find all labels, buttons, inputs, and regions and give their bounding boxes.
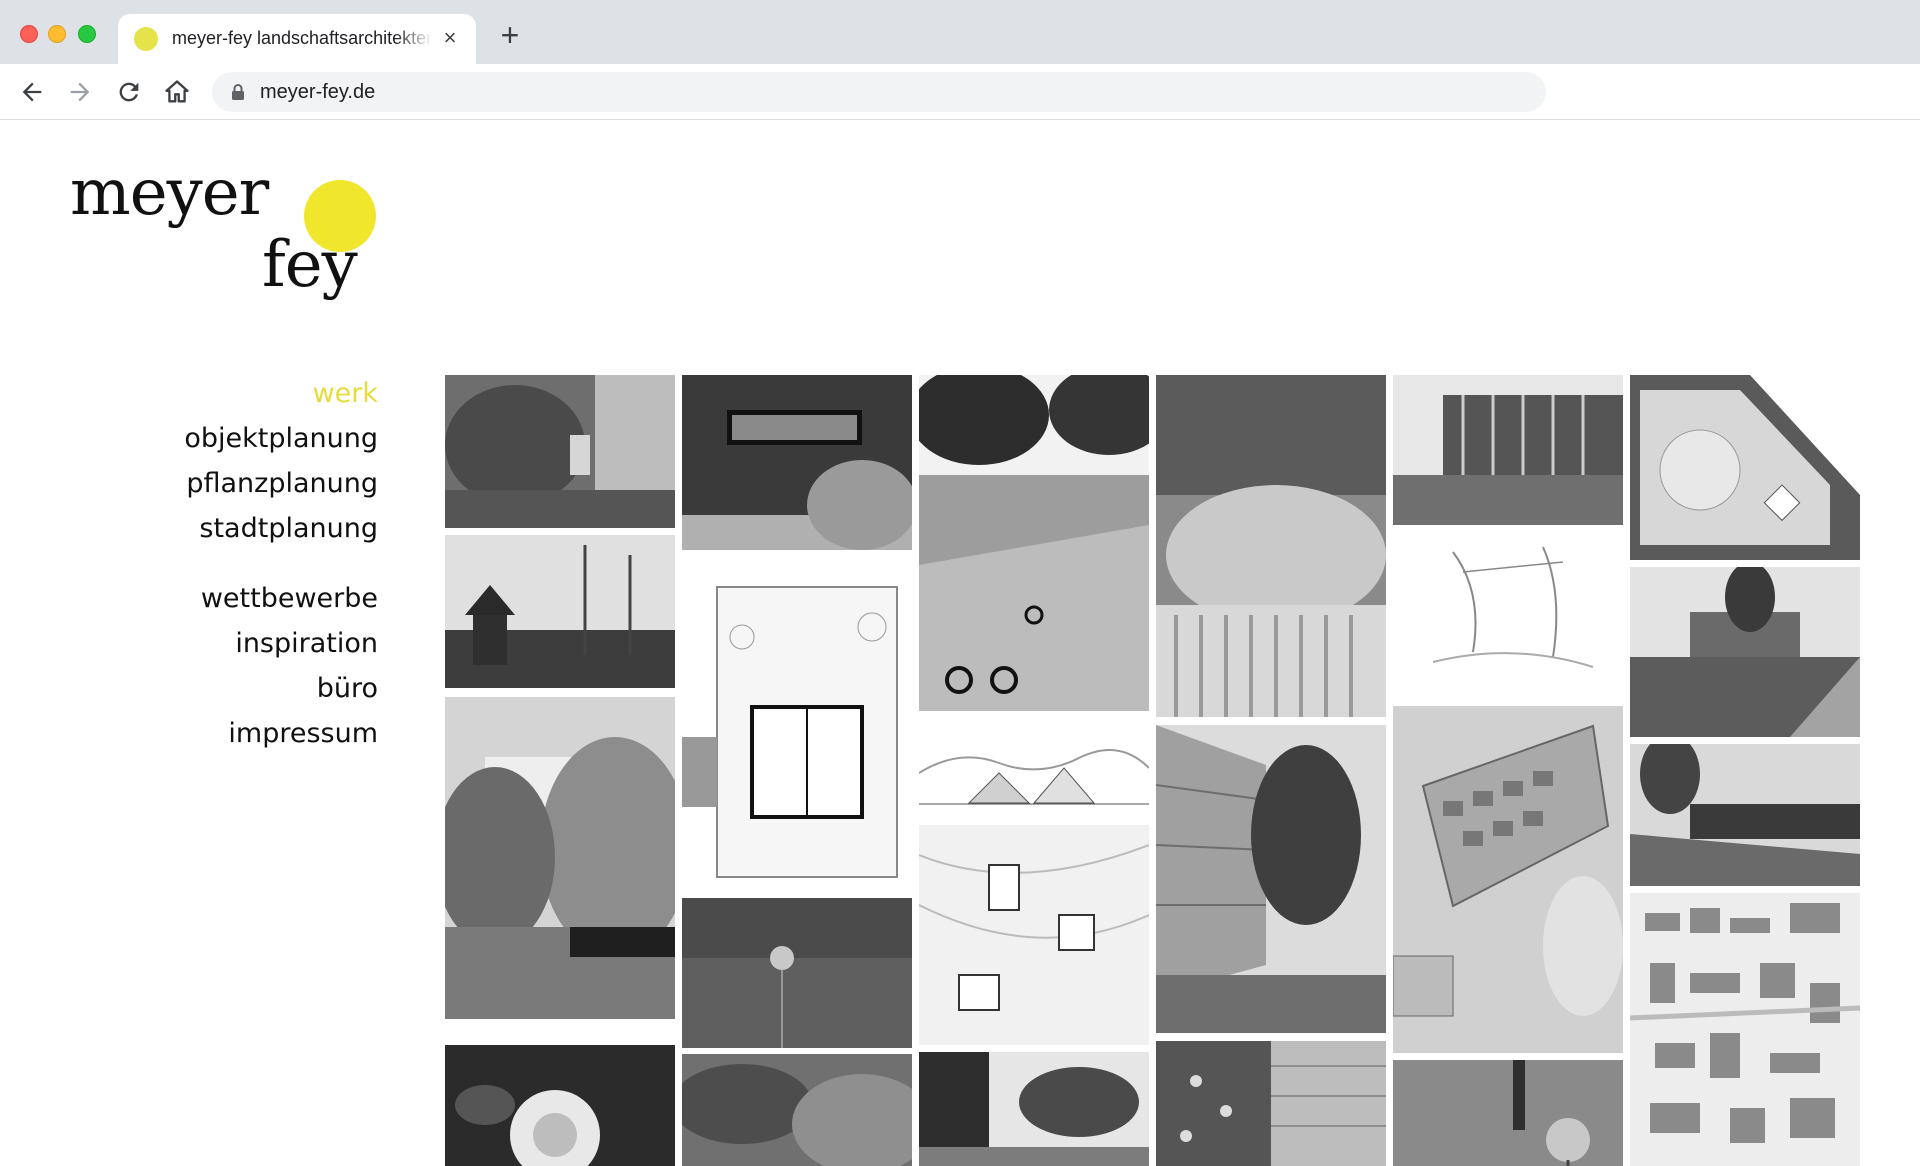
gallery-tile-grass-garden[interactable] [445,697,675,1019]
project-gallery [0,121,1920,1166]
gallery-tile-rose-closeup[interactable] [445,1045,675,1166]
gallery-tile-aerial-master-plan[interactable] [1393,706,1623,1053]
browser-titlebar: meyer-fey landschaftsarchitekten × + [0,0,1920,64]
gallery-tile-sketch-drawing[interactable] [1393,532,1623,699]
gallery-tile-schoolyard-tricycle[interactable] [919,375,1149,711]
browser-toolbar: meyer-fey.de [0,64,1920,120]
gallery-tile-building-lawn[interactable] [1393,375,1623,525]
gallery-tile-elevation-drawing[interactable] [919,718,1149,818]
gallery-tile-pavilion-trees[interactable] [919,1052,1149,1166]
gallery-tile-playground-tower[interactable] [445,535,675,688]
favicon-icon [134,27,158,51]
gallery-tile-wildflowers-boards[interactable] [1156,1041,1386,1166]
gallery-tile-grasses-fence[interactable] [1156,375,1386,717]
gallery-tile-scabiosa-flower[interactable] [1393,1060,1623,1166]
browser-tab[interactable]: meyer-fey landschaftsarchitekten × [118,14,476,64]
tab-close-icon[interactable]: × [438,27,462,51]
reload-icon[interactable] [115,78,143,106]
new-tab-button[interactable]: + [496,19,524,51]
forward-arrow-icon[interactable] [66,78,94,106]
gallery-tile-planting-bed[interactable] [682,1054,912,1166]
gallery-tile-meadow-dandelion[interactable] [682,898,912,1048]
window-minimize-button[interactable] [48,25,66,43]
window-close-button[interactable] [20,25,38,43]
window-maximize-button[interactable] [78,25,96,43]
home-icon[interactable] [163,78,191,106]
lock-icon [228,82,248,102]
gallery-tile-site-plan-house[interactable] [682,557,912,891]
gallery-tile-site-plan-corner[interactable] [1630,375,1860,560]
address-bar[interactable]: meyer-fey.de [212,72,1546,112]
gallery-tile-dark-wall-window[interactable] [682,375,912,550]
address-url[interactable]: meyer-fey.de [260,81,375,104]
website-page: meyer fey werk objektplanung pflanzplanu… [0,121,1920,1166]
back-arrow-icon[interactable] [18,78,46,106]
tab-title: meyer-fey landschaftsarchitekten [172,28,432,48]
gallery-tile-modern-house-slope[interactable] [1630,744,1860,886]
gallery-tile-garden-terrace[interactable] [445,375,675,528]
gallery-tile-site-plan-hillside[interactable] [919,825,1149,1045]
gallery-tile-campus-path[interactable] [1630,567,1860,737]
gallery-tile-urban-plan-map[interactable] [1630,893,1860,1166]
gallery-tile-office-building-trees[interactable] [1156,725,1386,1033]
